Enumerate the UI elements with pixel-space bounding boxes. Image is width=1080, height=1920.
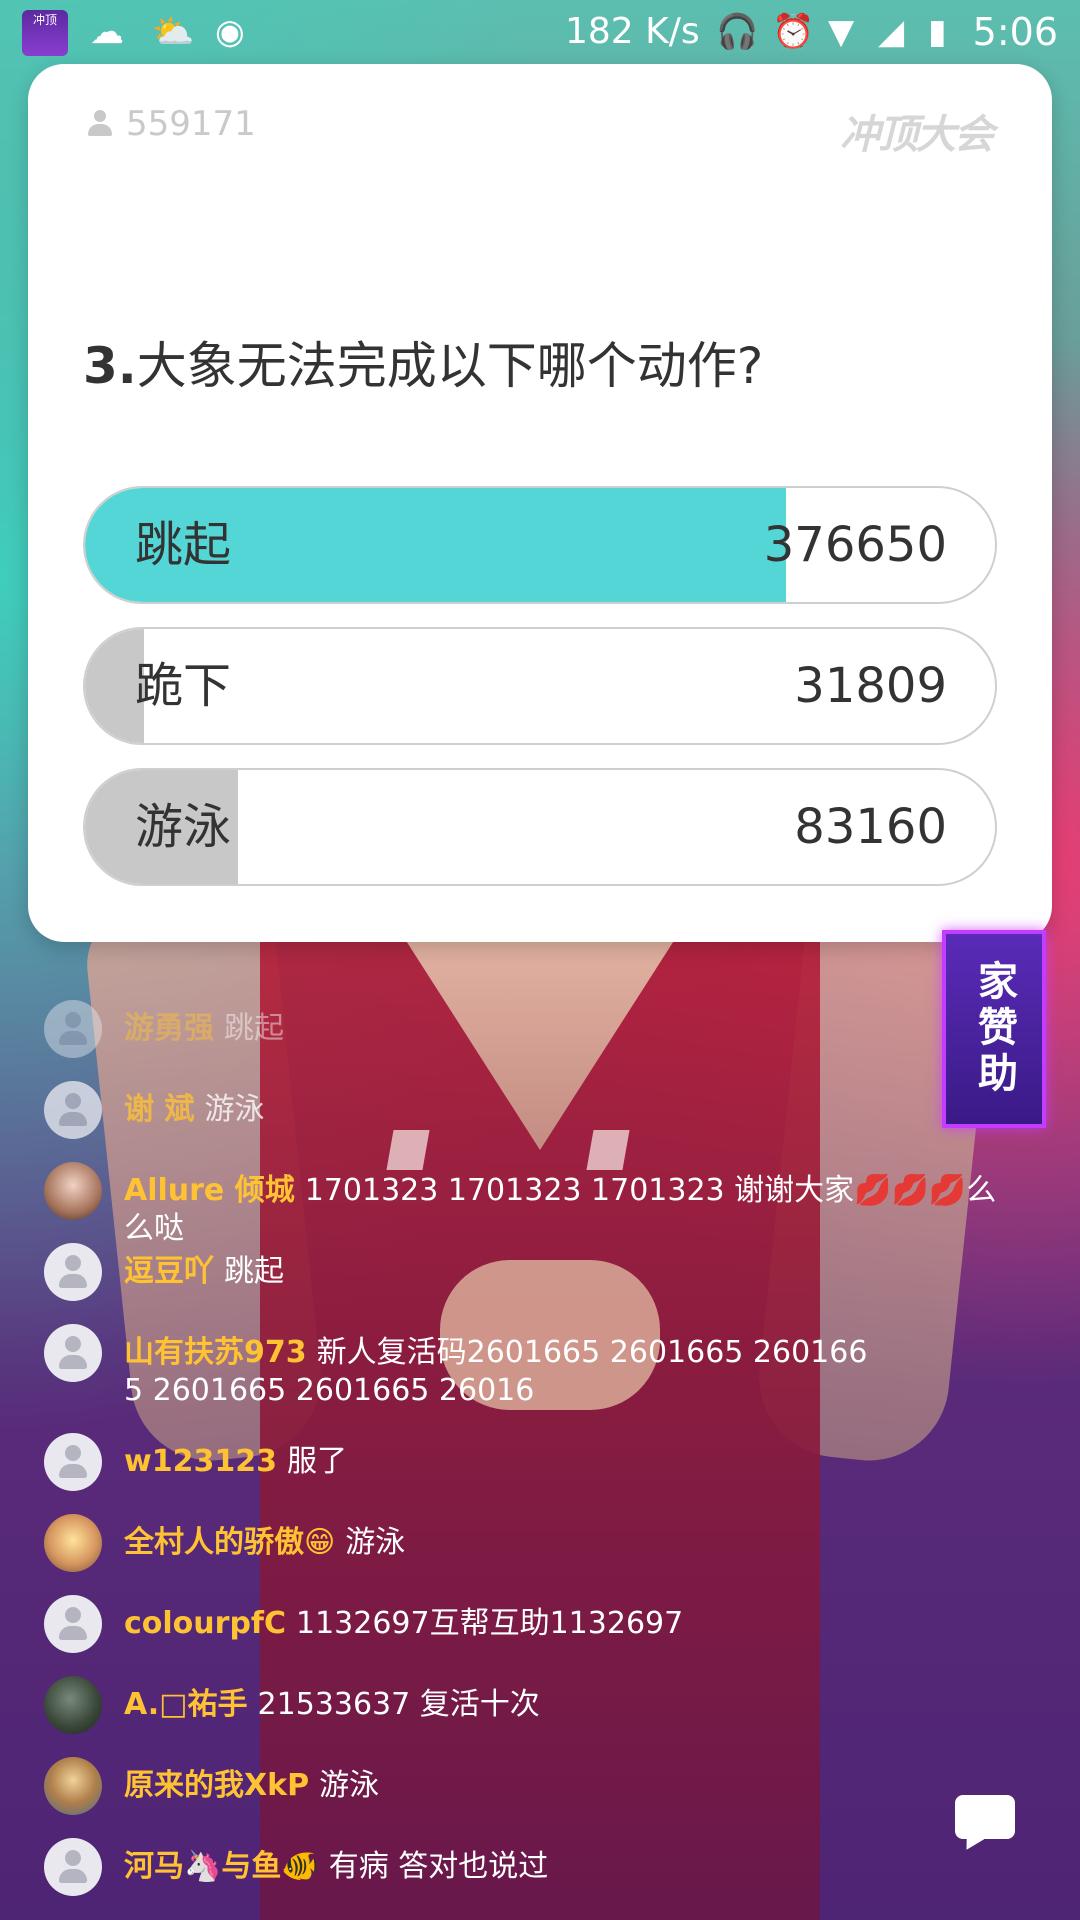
cloud-rain-icon: ☁ [90, 12, 124, 52]
chat-username[interactable]: colourpfC [124, 1606, 286, 1641]
chat-text: 游泳 [204, 1092, 265, 1127]
chat-message: Allure 倾城 1701323 1701323 1701323 谢谢大家💋💋💋… [44, 1162, 1044, 1248]
avatar[interactable] [44, 1081, 102, 1139]
chat-message: 山有扶苏973 新人复活码2601665 2601665 2601665 2601… [44, 1324, 1044, 1410]
avatar[interactable] [44, 1757, 102, 1815]
chat-message: 游勇强 跳起 [44, 1000, 1044, 1058]
chat-text: 跳起 [224, 1011, 284, 1046]
network-speed: 182 K/s [565, 11, 700, 52]
chat-feed: 游勇强 跳起 谢 斌游泳 Allure 倾城 1701323 1701323 170… [0, 1000, 1080, 1900]
chat-message: colourpfC 1132697互帮互助1132697 [44, 1595, 1044, 1653]
answer-option-3[interactable]: 游泳 83160 [83, 768, 997, 886]
app-notification-icon: 冲顶 [22, 10, 68, 56]
answer-label: 跳起 [135, 517, 232, 573]
chat-username[interactable]: 游勇强 [124, 1011, 214, 1046]
chat-text: 有病 答对也说过 [328, 1849, 549, 1884]
question-text: 3.大象无法完成以下哪个动作? [83, 326, 763, 398]
quiz-card: 559171 冲顶大会 3.大象无法完成以下哪个动作? 跳起 376650 跪下… [28, 64, 1052, 942]
wifi-icon: ▼ [828, 12, 855, 52]
chat-text: 游泳 [319, 1768, 380, 1803]
record-icon: ◉ [215, 12, 245, 52]
chat-text: 1132697互帮互助1132697 [295, 1606, 684, 1641]
chat-text: 服了 [286, 1444, 347, 1479]
answer-count: 83160 [794, 799, 947, 855]
chat-message: A.□祐手 21533637 复活十次 [44, 1676, 1044, 1734]
chat-message: 原来的我XkP 游泳 [44, 1757, 1044, 1815]
avatar[interactable] [44, 1243, 102, 1301]
chat-username[interactable]: 河马🦄与鱼🐠 [124, 1849, 319, 1884]
chat-username[interactable]: 谢 斌 [124, 1092, 194, 1127]
chat-text: 21533637 复活十次 [257, 1687, 540, 1722]
status-bar: 冲顶 ☁ ⛅ ◉ 182 K/s 🎧 ⏰ ▼ ◢ ▮ 5:06 [0, 0, 1080, 64]
viewer-count-value: 559171 [126, 104, 256, 144]
chat-username[interactable]: 全村人的骄傲😁 [124, 1525, 335, 1560]
cloud-sun-icon: ⛅ [152, 12, 195, 52]
answer-option-1[interactable]: 跳起 376650 [83, 486, 997, 604]
headphones-icon: 🎧 [716, 12, 759, 52]
chat-text: 跳起 [224, 1254, 284, 1289]
answer-label: 跪下 [135, 658, 232, 714]
chat-username[interactable]: w123123 [124, 1444, 277, 1479]
chat-message: 河马🦄与鱼🐠 有病 答对也说过 [44, 1838, 1044, 1896]
answer-count: 31809 [794, 658, 947, 714]
viewer-count: 559171 [86, 104, 256, 144]
chat-username[interactable]: Allure 倾城 [124, 1173, 295, 1208]
chat-message: 全村人的骄傲😁 游泳 [44, 1514, 1044, 1572]
chat-username[interactable]: 原来的我XkP [124, 1768, 309, 1803]
avatar[interactable] [44, 1676, 102, 1734]
avatar[interactable] [44, 1000, 102, 1058]
avatar[interactable] [44, 1324, 102, 1382]
avatar[interactable] [44, 1595, 102, 1653]
chat-message: w123123 服了 [44, 1433, 1044, 1491]
chat-message: 谢 斌游泳 [44, 1081, 1044, 1139]
battery-charging-icon: ▮ [928, 12, 947, 52]
chat-username[interactable]: A.□祐手 [124, 1687, 248, 1722]
avatar[interactable] [44, 1162, 102, 1220]
answer-label: 游泳 [135, 799, 232, 855]
answer-option-2[interactable]: 跪下 31809 [83, 627, 997, 745]
chat-message: 逗豆吖 跳起 [44, 1243, 1044, 1301]
person-icon [86, 110, 114, 138]
app-icon-label: 冲顶 [32, 13, 57, 27]
avatar[interactable] [44, 1514, 102, 1572]
avatar[interactable] [44, 1433, 102, 1491]
question-number: 3. [83, 337, 137, 395]
question-body: 大象无法完成以下哪个动作? [136, 337, 764, 395]
signal-icon: ◢ [878, 12, 905, 52]
avatar[interactable] [44, 1838, 102, 1896]
chat-username[interactable]: 山有扶苏973 [124, 1335, 307, 1370]
brand-logo: 冲顶大会 [840, 112, 994, 158]
chat-text: 游泳 [345, 1525, 406, 1560]
chat-username[interactable]: 逗豆吖 [124, 1254, 214, 1289]
answer-count: 376650 [763, 517, 947, 573]
alarm-icon: ⏰ [772, 12, 815, 52]
chat-bubble-icon[interactable] [955, 1795, 1015, 1855]
clock: 5:06 [972, 10, 1058, 54]
